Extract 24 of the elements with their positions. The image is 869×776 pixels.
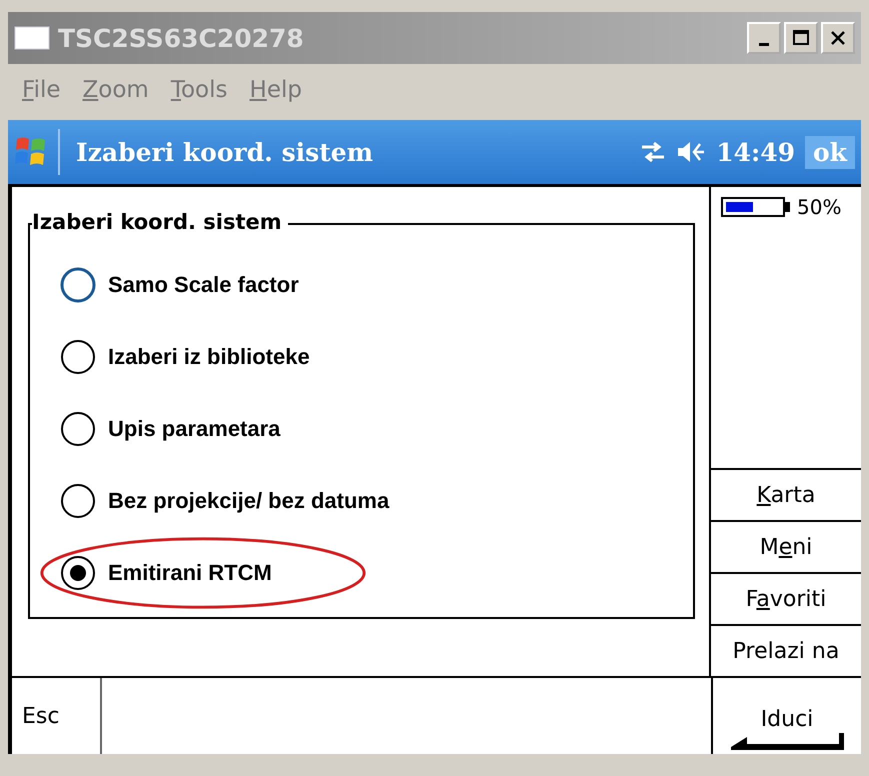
enter-icon xyxy=(729,732,845,750)
maximize-button[interactable] xyxy=(784,22,818,54)
radio-button[interactable] xyxy=(60,411,96,447)
close-icon xyxy=(829,29,847,47)
radio-option[interactable]: Samo Scale factor xyxy=(60,249,299,321)
battery-icon xyxy=(721,196,793,218)
radio-button[interactable] xyxy=(60,339,96,375)
radio-button[interactable] xyxy=(60,267,96,303)
minimize-button[interactable] xyxy=(747,22,781,54)
radio-option[interactable]: Bez projekcije/ bez datuma xyxy=(60,465,390,537)
window-title: TSC2SS63C20278 xyxy=(58,24,304,52)
radio-button[interactable] xyxy=(60,555,96,591)
clock[interactable]: 14:49 xyxy=(716,138,795,166)
battery-percentage: 50% xyxy=(797,195,842,219)
radio-option[interactable]: Izaberi iz biblioteke xyxy=(60,321,310,393)
maximize-icon xyxy=(792,29,810,47)
radio-option[interactable]: Upis parametara xyxy=(60,393,280,465)
screen-title: Izaberi koord. sistem xyxy=(76,138,374,166)
radio-button[interactable] xyxy=(60,483,96,519)
speaker-icon[interactable] xyxy=(676,140,706,164)
connectivity-icon[interactable] xyxy=(640,141,666,163)
minimize-icon xyxy=(759,42,769,46)
close-button[interactable] xyxy=(821,22,855,54)
window-icon xyxy=(14,26,50,50)
